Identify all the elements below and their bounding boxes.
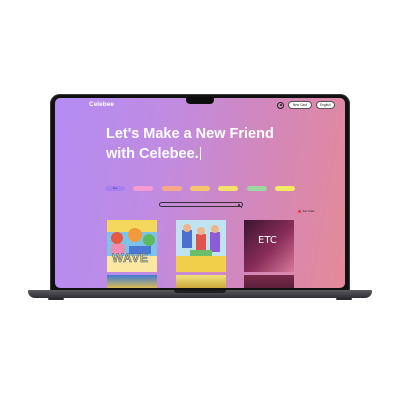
card-peek[interactable] <box>107 275 157 288</box>
card-illustration-artwork <box>176 220 226 272</box>
category-chip[interactable] <box>274 186 295 191</box>
sort-order-label: Sort Order <box>302 210 315 213</box>
card-illustration[interactable] <box>176 220 226 272</box>
category-chips: ALL <box>105 186 295 191</box>
category-chip[interactable] <box>218 186 239 191</box>
laptop-screen: Celebee New Card English Let's Make a Ne… <box>55 98 345 288</box>
hero-headline: Let's Make a New Friend with Celebee. <box>106 124 326 164</box>
app-logo[interactable]: Celebee <box>89 101 114 108</box>
card-peek[interactable] <box>176 275 226 288</box>
laptop-opening-notch <box>174 290 226 293</box>
text-cursor <box>199 147 202 160</box>
category-chip[interactable] <box>246 186 267 191</box>
category-chip[interactable] <box>189 186 210 191</box>
camera-notch <box>186 97 214 104</box>
category-chip[interactable] <box>161 186 182 191</box>
hero-line-2-wrap: with Celebee. <box>106 144 326 164</box>
hero-line-2: with Celebee. <box>106 146 199 162</box>
card-etc[interactable]: ETC <box>244 220 294 272</box>
card-etc-artwork <box>244 220 294 272</box>
card-wave-title: WAVE <box>112 251 149 266</box>
card-etc-title: ETC <box>258 235 277 246</box>
card-peek[interactable] <box>244 275 294 288</box>
laptop-foot <box>336 298 352 300</box>
profile-icon[interactable] <box>277 101 285 109</box>
search-input[interactable] <box>159 202 243 207</box>
nav-actions: New Card English <box>277 101 335 110</box>
card-wave[interactable]: WAVE <box>107 220 157 272</box>
laptop-foot <box>48 298 64 300</box>
category-chip[interactable] <box>133 186 154 191</box>
sort-order-control[interactable]: Sort Order <box>298 210 315 213</box>
new-card-button[interactable]: New Card <box>288 101 312 110</box>
language-button[interactable]: English <box>315 101 335 110</box>
category-chip[interactable]: ALL <box>105 186 125 191</box>
sort-dot-icon <box>298 210 301 213</box>
search-icon[interactable] <box>237 203 240 206</box>
hero-line-1: Let's Make a New Friend <box>106 126 274 142</box>
